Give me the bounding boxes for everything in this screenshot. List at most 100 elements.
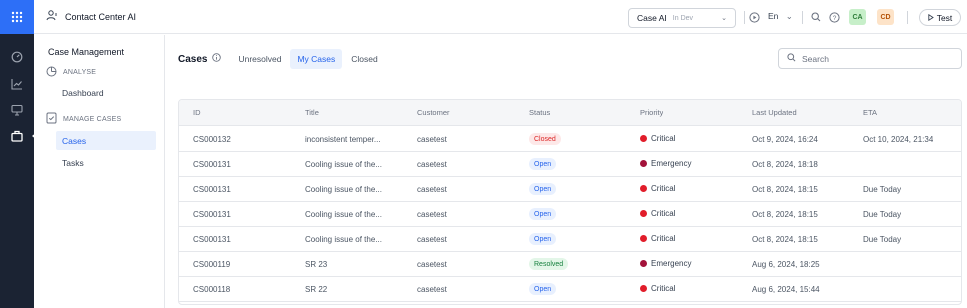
cell-id: CS000131 <box>193 235 231 244</box>
cell-customer: casetest <box>417 285 447 294</box>
language-select[interactable]: En ⌄ <box>768 11 793 22</box>
cell-eta: Due Today <box>863 185 902 194</box>
cell-title: inconsistent temper... <box>305 135 381 144</box>
cell-last-updated: Aug 6, 2024, 18:25 <box>752 260 820 269</box>
analytics-chart-icon[interactable] <box>9 76 25 92</box>
priority-dot-icon <box>640 235 647 242</box>
left-rail <box>0 0 37 308</box>
divider <box>802 11 803 24</box>
priority-label: Critical <box>651 284 676 293</box>
manage-cases-doc-icon <box>46 112 57 126</box>
cell-id: CS000132 <box>193 135 231 144</box>
column-header-id: ID <box>193 108 201 117</box>
column-header-eta: ETA <box>863 108 878 117</box>
table-row[interactable]: CS000131 Cooling issue of the... casetest O… <box>179 202 961 227</box>
cell-customer: casetest <box>417 210 447 219</box>
cell-last-updated: Oct 9, 2024, 16:24 <box>752 135 818 144</box>
status-badge: Open <box>529 233 557 245</box>
priority-label: Critical <box>651 209 676 218</box>
search-input[interactable] <box>802 53 952 64</box>
sidebar-title: Case Management <box>48 47 125 57</box>
priority-indicator: Critical <box>640 134 675 143</box>
priority-indicator: Critical <box>640 284 675 293</box>
chevron-down-icon: ⌄ <box>721 15 727 22</box>
environment-name: Case AI <box>637 13 667 23</box>
priority-label: Critical <box>651 184 676 193</box>
table-row[interactable]: CS000131 Cooling issue of the... casetest O… <box>179 177 961 202</box>
cell-customer: casetest <box>417 135 447 144</box>
environment-state: In Dev <box>672 14 694 22</box>
help-icon[interactable]: ? <box>828 11 840 23</box>
avatar-ca[interactable]: CA <box>849 9 866 25</box>
avatar-initials: CA <box>852 13 863 21</box>
sidebar-item-cases[interactable]: Cases <box>56 131 156 150</box>
tab-my-cases[interactable]: My Cases <box>290 49 343 69</box>
case-management-icon[interactable] <box>9 128 37 144</box>
cell-customer: casetest <box>417 260 447 269</box>
sidebar-item-label: Tasks <box>62 157 84 168</box>
priority-indicator: Emergency <box>640 159 691 168</box>
cell-last-updated: Oct 8, 2024, 18:15 <box>752 235 818 244</box>
cell-id: CS000131 <box>193 210 231 219</box>
avatar-cd[interactable]: CD <box>877 9 894 25</box>
monitor-icon[interactable] <box>9 102 25 118</box>
main-content: Cases Unresolved My Cases Closed ID Titl… <box>166 35 967 308</box>
cell-title: Cooling issue of the... <box>305 210 382 219</box>
column-header-title: Title <box>305 108 319 117</box>
cell-title: Cooling issue of the... <box>305 160 382 169</box>
app-title-text: Contact Center AI <box>65 11 137 22</box>
search-icon[interactable] <box>810 11 822 23</box>
priority-dot-icon <box>640 160 647 167</box>
sidebar-section-manage-cases: MANAGE CASES <box>46 112 121 126</box>
status-badge: Open <box>529 183 557 195</box>
table-row[interactable]: CS000119 SR 23 casetest Resolved Emergency Au… <box>179 252 961 277</box>
tab-unresolved[interactable]: Unresolved <box>231 49 288 69</box>
environment-select[interactable]: Case AI In Dev ⌄ <box>628 8 736 28</box>
chevron-down-icon: ⌄ <box>785 11 793 21</box>
sidebar-section-label: MANAGE CASES <box>63 115 122 123</box>
app-title: Contact Center AI <box>46 10 136 23</box>
priority-label: Critical <box>651 234 676 243</box>
info-icon[interactable] <box>212 53 222 65</box>
avatar-initials: CD <box>880 13 891 21</box>
status-badge: Closed <box>529 133 561 145</box>
cell-last-updated: Oct 8, 2024, 18:18 <box>752 160 818 169</box>
speedometer-icon[interactable] <box>9 49 25 65</box>
cell-customer: casetest <box>417 185 447 194</box>
contact-center-icon <box>46 10 58 23</box>
cell-last-updated: Aug 6, 2024, 15:44 <box>752 285 820 294</box>
test-button[interactable]: Test <box>919 9 961 26</box>
sidebar: Case Management ANALYSE Dashboard MANAGE… <box>34 35 165 308</box>
cell-title: SR 22 <box>305 285 328 294</box>
cell-last-updated: Oct 8, 2024, 18:15 <box>752 210 818 219</box>
cell-title: SR 23 <box>305 260 328 269</box>
search-box[interactable] <box>778 48 962 69</box>
table-row[interactable]: CS000118 SR 22 casetest Open Critical Aug 6, … <box>179 277 961 302</box>
cell-id: CS000119 <box>193 260 231 269</box>
sidebar-section-analyse: ANALYSE <box>46 66 96 79</box>
tab-closed[interactable]: Closed <box>344 49 384 69</box>
divider <box>744 11 745 24</box>
priority-label: Emergency <box>651 159 692 168</box>
cell-id: CS000131 <box>193 185 231 194</box>
table-row[interactable]: CS000132 inconsistent temper... casetest Cl… <box>179 127 961 152</box>
sidebar-item-dashboard[interactable]: Dashboard <box>56 83 156 102</box>
page-title-text: Cases <box>178 53 208 65</box>
sidebar-item-label: Dashboard <box>62 87 104 98</box>
sidebar-item-label: Cases <box>62 135 87 146</box>
priority-dot-icon <box>640 135 647 142</box>
column-header-status: Status <box>529 108 551 117</box>
column-header-customer: Customer <box>417 108 450 117</box>
cell-eta: Due Today <box>863 235 902 244</box>
table-row[interactable]: CS000131 Cooling issue of the... casetest O… <box>179 227 961 252</box>
cell-eta: Oct 10, 2024, 21:34 <box>863 135 934 144</box>
status-badge: Open <box>529 208 557 220</box>
sidebar-item-tasks[interactable]: Tasks <box>56 153 156 172</box>
search-icon <box>787 53 796 64</box>
cell-eta: Due Today <box>863 210 902 219</box>
cell-title: Cooling issue of the... <box>305 235 382 244</box>
apps-grid-icon[interactable] <box>0 0 34 34</box>
priority-dot-icon <box>640 260 647 267</box>
play-circle-icon[interactable] <box>748 11 760 23</box>
table-row[interactable]: CS000131 Cooling issue of the... casetest O… <box>179 152 961 177</box>
